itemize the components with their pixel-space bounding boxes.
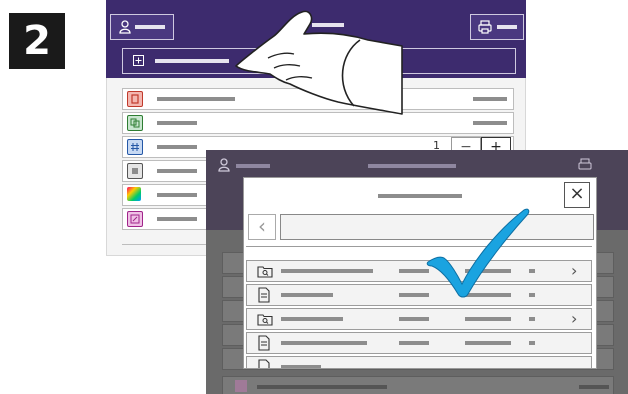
list-item-folder-2[interactable]: › xyxy=(246,308,592,330)
row-label-placeholder xyxy=(157,97,235,101)
scan-icon xyxy=(127,211,143,227)
row-value-placeholder xyxy=(579,385,609,389)
list-icon xyxy=(127,163,143,179)
folder-search-icon xyxy=(257,314,273,326)
row-label-placeholder xyxy=(157,121,197,125)
item-size-placeholder xyxy=(529,317,535,321)
copy-icon xyxy=(127,115,143,131)
item-name-placeholder xyxy=(281,341,367,345)
step-number-badge: 2 xyxy=(9,13,65,69)
user-icon xyxy=(119,20,131,34)
list-item-file-3[interactable] xyxy=(246,356,592,368)
item-name-placeholder xyxy=(281,293,333,297)
user-label-placeholder xyxy=(236,164,270,168)
item-date-placeholder xyxy=(399,341,429,345)
scan-icon xyxy=(235,380,247,392)
dialog-title-placeholder xyxy=(378,194,462,198)
row-label-placeholder xyxy=(157,193,197,197)
folder-search-icon xyxy=(257,266,273,278)
header-title-placeholder xyxy=(368,164,456,168)
row-label-placeholder xyxy=(157,145,197,149)
list-item-file-1[interactable] xyxy=(246,284,592,306)
add-icon xyxy=(133,55,144,66)
dimmed-row xyxy=(222,376,614,394)
user-button[interactable] xyxy=(110,14,174,40)
pointing-hand-icon xyxy=(235,10,403,115)
folder-browser-dialog: × ‹ › › xyxy=(244,178,596,368)
row-label-placeholder xyxy=(257,385,387,389)
item-name-placeholder xyxy=(281,269,373,273)
checkmark-icon xyxy=(426,208,530,298)
close-button[interactable]: × xyxy=(564,182,590,208)
device-label-placeholder xyxy=(497,25,517,29)
divider xyxy=(246,246,592,247)
row-value-placeholder xyxy=(473,121,507,125)
back-button[interactable]: ‹ xyxy=(248,214,276,240)
row-label-placeholder xyxy=(157,217,197,221)
row-label-placeholder xyxy=(157,169,197,173)
add-app-label-placeholder xyxy=(155,59,229,63)
item-name-placeholder xyxy=(281,317,343,321)
rainbow-icon xyxy=(127,187,141,201)
user-label-placeholder xyxy=(135,25,165,29)
document-icon xyxy=(258,287,270,303)
item-date-placeholder xyxy=(399,317,429,321)
item-type-placeholder xyxy=(465,341,511,345)
item-name-placeholder xyxy=(281,365,321,368)
document-icon xyxy=(258,359,270,368)
device-button[interactable] xyxy=(470,14,524,40)
item-size-placeholder xyxy=(529,341,535,345)
hash-icon xyxy=(127,139,143,155)
item-type-placeholder xyxy=(465,317,511,321)
chevron-right-icon: › xyxy=(571,309,578,328)
list-item-file-2[interactable] xyxy=(246,332,592,354)
doc-red-icon xyxy=(127,91,143,107)
chevron-right-icon: › xyxy=(571,261,578,280)
user-icon xyxy=(218,158,230,172)
printer-icon xyxy=(578,158,592,170)
row-value-placeholder xyxy=(473,97,507,101)
printer-icon xyxy=(478,20,492,34)
document-icon xyxy=(258,335,270,351)
list-item-folder-1[interactable]: › xyxy=(246,260,592,282)
